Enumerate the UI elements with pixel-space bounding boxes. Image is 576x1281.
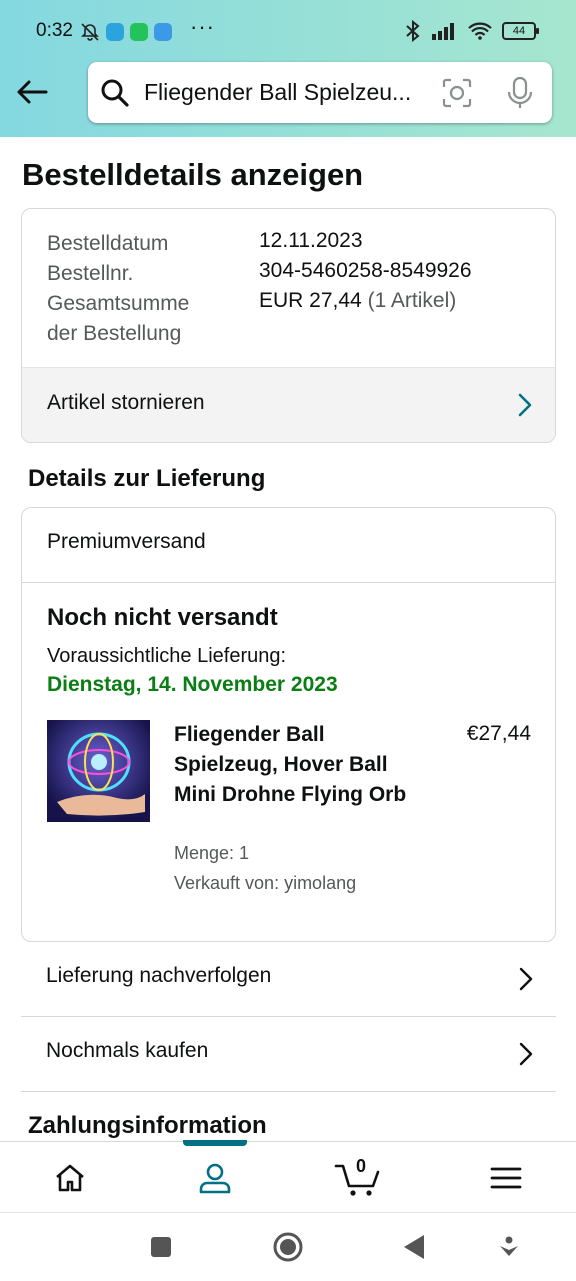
- payment-section-title: Zahlungsinformation: [28, 1112, 267, 1139]
- product-seller: Verkauft von: yimolang: [174, 873, 357, 893]
- order-date-value: 12.11.2023: [259, 229, 363, 252]
- home-button-icon[interactable]: [272, 1231, 304, 1263]
- home-icon[interactable]: [50, 1158, 90, 1198]
- order-date-label: Bestelldatum: [47, 232, 169, 255]
- cancel-items-row[interactable]: Artikel stornieren: [22, 367, 555, 442]
- order-number-label: Bestellnr.: [47, 262, 134, 285]
- active-tab-indicator: [183, 1140, 247, 1146]
- cart-button[interactable]: 0: [334, 1156, 384, 1198]
- account-icon[interactable]: [195, 1158, 235, 1198]
- whatsapp-icon: [130, 23, 148, 41]
- cart-count: 0: [356, 1156, 367, 1176]
- buy-again-label: Nochmals kaufen: [46, 1039, 209, 1062]
- product-price: €27,44: [466, 722, 531, 745]
- camera-search-icon[interactable]: [442, 78, 472, 108]
- status-time: 0:32: [36, 20, 73, 41]
- back-button-icon[interactable]: [402, 1233, 426, 1261]
- delivery-card: Premiumversand Noch nicht versandt Vorau…: [21, 507, 556, 942]
- menu-icon[interactable]: [486, 1158, 526, 1198]
- chevron-right-icon: [519, 967, 533, 991]
- shipment-status: Noch nicht versandt: [47, 604, 278, 631]
- order-total-label-2: der Bestellung: [47, 322, 182, 345]
- chevron-right-icon: [518, 393, 532, 417]
- app-header: 0:32 ··· 44 Fliegender Ball Spielzeu...: [0, 0, 576, 137]
- recent-apps-icon[interactable]: [149, 1235, 173, 1259]
- eta-label: Voraussichtliche Lieferung:: [47, 645, 287, 667]
- track-delivery-label: Lieferung nachverfolgen: [46, 964, 272, 987]
- notifications-off-icon: [81, 23, 99, 41]
- system-navigation-bar: [0, 1212, 576, 1281]
- more-notifications-icon: ···: [190, 14, 215, 39]
- microphone-icon[interactable]: [506, 76, 534, 110]
- cancel-items-label: Artikel stornieren: [47, 391, 205, 414]
- order-number-value: 304-5460258-8549926: [259, 259, 472, 282]
- back-arrow-icon[interactable]: [14, 74, 50, 110]
- page-title: Bestelldetails anzeigen: [22, 157, 364, 192]
- search-query: Fliegender Ball Spielzeu...: [144, 79, 412, 105]
- status-bar: 0:32 ··· 44: [0, 14, 576, 50]
- order-total-value: EUR 27,44: [259, 289, 362, 312]
- search-input[interactable]: Fliegender Ball Spielzeu...: [88, 62, 552, 123]
- signal-icon: [432, 23, 454, 40]
- product-image[interactable]: [47, 720, 150, 822]
- order-total-label: Gesamtsumme: [47, 292, 190, 315]
- track-delivery-row[interactable]: Lieferung nachverfolgen: [21, 942, 556, 1017]
- search-icon: [101, 79, 129, 107]
- app-icon: [154, 23, 172, 41]
- eta-date: Dienstag, 14. November 2023: [47, 673, 338, 696]
- battery-icon: 44: [502, 22, 539, 40]
- assistant-icon[interactable]: [498, 1235, 520, 1259]
- delivery-section-title: Details zur Lieferung: [28, 465, 266, 492]
- chevron-right-icon: [519, 1042, 533, 1066]
- wifi-icon: [468, 22, 492, 40]
- order-summary-card: Bestelldatum 12.11.2023 Bestellnr. 304-5…: [21, 208, 556, 443]
- bluetooth-icon: [406, 20, 420, 42]
- buy-again-row[interactable]: Nochmals kaufen: [21, 1017, 556, 1092]
- shipping-method: Premiumversand: [47, 530, 206, 553]
- flying-orb-image: [47, 720, 150, 822]
- product-quantity: Menge: 1: [174, 843, 250, 863]
- divider: [22, 582, 555, 583]
- bottom-navigation: 0: [0, 1140, 576, 1212]
- product-title[interactable]: Fliegender Ball Spielzeug, Hover Ball Mi…: [174, 720, 414, 810]
- order-item-count: (1 Artikel): [367, 289, 457, 312]
- telegram-icon: [106, 23, 124, 41]
